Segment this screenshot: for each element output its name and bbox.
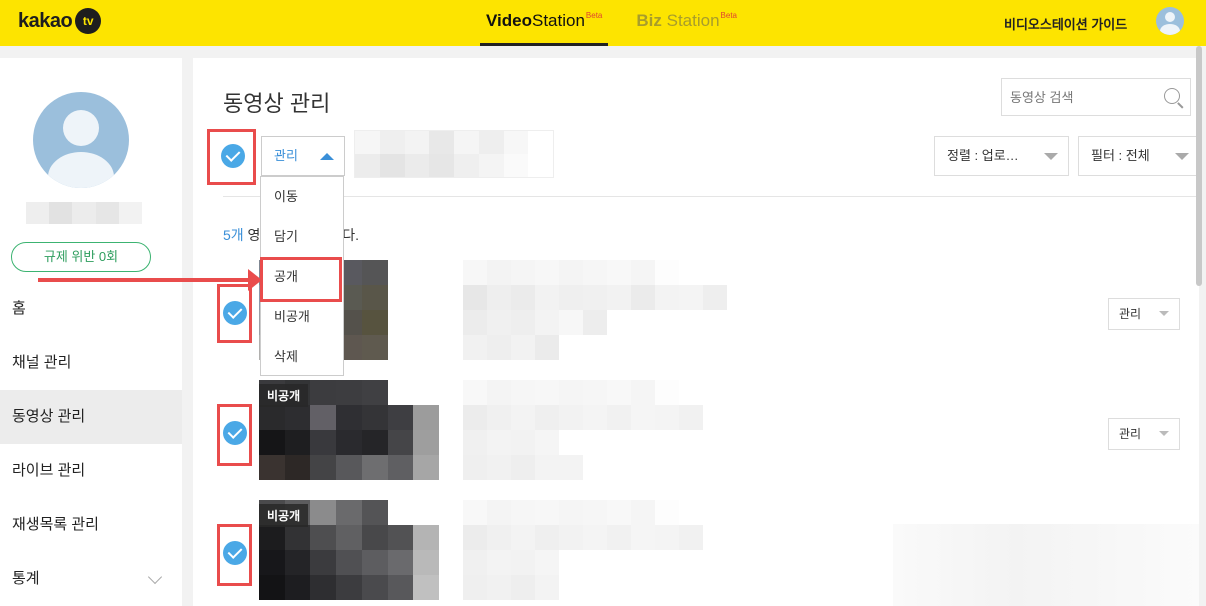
- sidebar-item-playlists[interactable]: 재생목록 관리: [0, 498, 182, 552]
- row-check-icon[interactable]: [223, 541, 247, 565]
- beta-label: Beta: [720, 11, 738, 20]
- user-avatar-icon[interactable]: [1156, 7, 1184, 35]
- sort-dropdown[interactable]: 정렬 : 업로…: [934, 136, 1069, 176]
- sidebar-item-home[interactable]: 홈: [0, 282, 182, 336]
- row-manage-label: 관리: [1119, 427, 1142, 441]
- chevron-down-icon: [147, 569, 163, 585]
- private-tag: 비공개: [259, 384, 309, 407]
- violation-badge: 규제 위반 0회: [11, 242, 151, 272]
- row-manage-dropdown[interactable]: 관리: [1108, 418, 1180, 450]
- channel-avatar-icon[interactable]: [33, 92, 129, 188]
- sidebar-item-channel[interactable]: 채널 관리: [0, 336, 182, 390]
- video-count-text-start: 영: [243, 227, 261, 243]
- logo-text: kakao: [18, 9, 73, 32]
- menu-item-private[interactable]: 비공개: [261, 297, 343, 337]
- nav-biz-station[interactable]: Biz StationBeta: [630, 0, 743, 46]
- nav-video-station[interactable]: VideoStationBeta: [480, 0, 609, 46]
- chevron-down-icon: [1159, 431, 1169, 436]
- sidebar: 규제 위반 0회 홈 채널 관리 동영상 관리 라이브 관리 재생목록 관리 통…: [0, 58, 182, 606]
- video-info-blurred: [463, 500, 727, 600]
- blurred-area: [893, 524, 1199, 606]
- menu-item-move[interactable]: 이동: [261, 177, 343, 217]
- select-all-check-icon[interactable]: [221, 144, 245, 168]
- divider: [223, 196, 1199, 197]
- sidebar-item-stats-label: 통계: [12, 570, 40, 587]
- kakao-tv-logo[interactable]: kakao tv: [18, 8, 102, 34]
- manage-dropdown-label: 관리: [274, 148, 298, 163]
- scrollbar[interactable]: [1196, 46, 1202, 286]
- sort-dropdown-label: 정렬 : 업로…: [947, 148, 1019, 163]
- sidebar-item-videos[interactable]: 동영상 관리: [0, 390, 182, 444]
- filter-dropdown-label: 필터 : 전체: [1091, 148, 1150, 163]
- blurred-field: [354, 130, 554, 178]
- video-info-blurred: [463, 380, 727, 480]
- chevron-down-icon: [1175, 153, 1189, 160]
- row-manage-label: 관리: [1119, 307, 1142, 321]
- annotation-arrow-line: [38, 278, 254, 282]
- search-icon[interactable]: [1164, 88, 1180, 104]
- menu-item-add[interactable]: 담기: [261, 217, 343, 257]
- menu-item-delete[interactable]: 삭제: [261, 337, 343, 377]
- sidebar-item-stats[interactable]: 통계: [0, 552, 182, 606]
- logo-tv-badge: tv: [75, 8, 102, 34]
- top-header: kakao tv VideoStationBeta Biz StationBet…: [0, 0, 1206, 46]
- manage-dropdown[interactable]: 관리: [261, 136, 345, 176]
- search-box: [1001, 78, 1191, 116]
- channel-name-blurred: [26, 202, 143, 224]
- nav-biz-station-rest: Station: [661, 11, 720, 30]
- nav-video-station-bold: Video: [486, 11, 532, 30]
- highlight-box: [260, 257, 342, 302]
- caret-up-icon: [320, 153, 334, 160]
- chevron-down-icon: [1044, 153, 1058, 160]
- page-title: 동영상 관리: [223, 91, 331, 116]
- main-panel: 동영상 관리 관리 정렬 : 업로… 필터 : 전체 5개 영습니다. 이동 담…: [193, 58, 1200, 606]
- beta-label: Beta: [585, 11, 603, 20]
- private-tag: 비공개: [259, 504, 309, 527]
- row-manage-dropdown[interactable]: 관리: [1108, 298, 1180, 330]
- filter-dropdown[interactable]: 필터 : 전체: [1078, 136, 1200, 176]
- video-info-blurred: [463, 260, 727, 360]
- row-check-icon[interactable]: [223, 421, 247, 445]
- top-nav: VideoStationBeta Biz StationBeta: [480, 0, 743, 46]
- nav-biz-station-bold: Biz: [636, 11, 662, 30]
- sidebar-item-live[interactable]: 라이브 관리: [0, 444, 182, 498]
- nav-video-station-rest: Station: [531, 11, 585, 30]
- guide-link[interactable]: 비디오스테이션 가이드: [1004, 14, 1127, 33]
- row-check-icon[interactable]: [223, 301, 247, 325]
- search-input[interactable]: [1002, 79, 1152, 115]
- video-count-number: 5개: [223, 227, 244, 243]
- chevron-down-icon: [1159, 311, 1169, 316]
